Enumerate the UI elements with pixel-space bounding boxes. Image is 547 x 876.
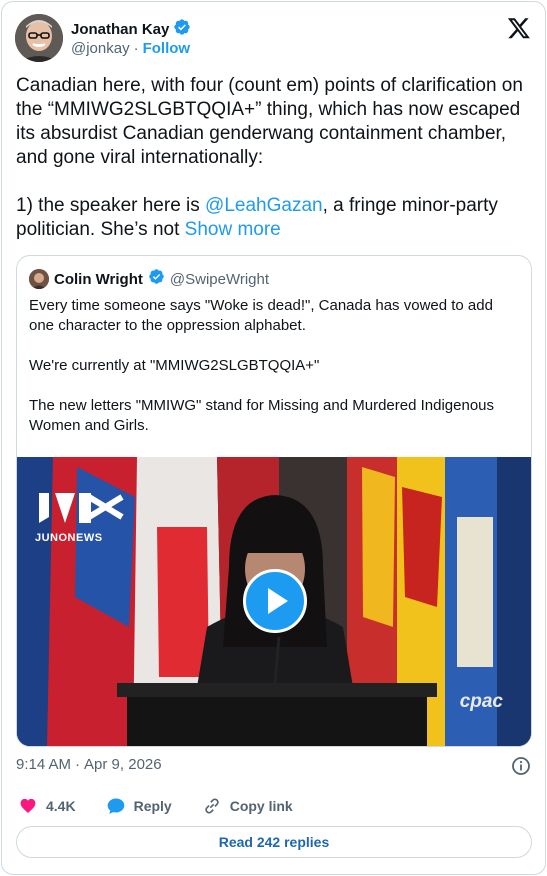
- read-replies-button[interactable]: Read 242 replies: [16, 826, 532, 858]
- cpac-watermark: cpac: [459, 691, 503, 712]
- handle-separator: ·: [133, 40, 139, 57]
- link-icon: [205, 798, 219, 814]
- reply-bubble-icon: [107, 798, 124, 814]
- quote-author-avatar: [29, 269, 49, 289]
- author-handle-row: @jonkay · Follow: [71, 40, 190, 57]
- play-icon: [268, 588, 288, 614]
- tweet-time: 9:14 AM: [16, 756, 72, 773]
- author-name[interactable]: Jonathan Kay: [71, 21, 169, 38]
- quote-header: Colin Wright @SwipeWright: [29, 268, 269, 290]
- reply-label: Reply: [133, 798, 172, 814]
- tweet-body: Canadian here, with four (count em) poin…: [16, 74, 530, 242]
- author-avatar[interactable]: [15, 14, 63, 62]
- mention-link[interactable]: @LeahGazan: [205, 195, 323, 216]
- junonews-mark-icon: [39, 493, 91, 523]
- follow-button[interactable]: Follow: [143, 40, 191, 57]
- tweet-timestamp[interactable]: 9:14 AM · Apr 9, 2026: [16, 756, 162, 773]
- quote-paragraph: Every time someone says "Woke is dead!",…: [29, 297, 493, 334]
- tweet-actions: 4.4K Reply Copy link: [18, 795, 323, 817]
- verified-badge-icon: [148, 268, 165, 290]
- tweet-header: Jonathan Kay @jonkay · Follow: [15, 12, 535, 64]
- video-player[interactable]: JUNONEWS cpac: [17, 457, 531, 746]
- quote-body: Every time someone says "Woke is dead!",…: [29, 296, 521, 456]
- like-button[interactable]: 4.4K: [18, 796, 76, 816]
- quote-author-name: Colin Wright: [54, 270, 143, 288]
- author-handle[interactable]: @jonkay: [71, 40, 130, 57]
- junonews-logo: JUNONEWS: [35, 489, 103, 544]
- play-button[interactable]: [243, 569, 307, 633]
- junonews-wordmark: JUNONEWS: [35, 532, 103, 544]
- timestamp-separator: ·: [75, 756, 81, 773]
- like-count: 4.4K: [46, 798, 76, 814]
- author-name-row: Jonathan Kay: [71, 18, 191, 41]
- reply-button[interactable]: Reply: [106, 796, 172, 816]
- heart-icon: [20, 798, 36, 813]
- copy-link-button[interactable]: Copy link: [202, 796, 293, 816]
- copy-link-label: Copy link: [229, 798, 293, 814]
- quote-paragraph: We're currently at "MMIWG2SLGBTQQIA+": [29, 357, 320, 374]
- verified-badge-icon: [173, 18, 191, 41]
- quote-author-handle: @SwipeWright: [169, 270, 270, 288]
- show-more-link[interactable]: Show more: [185, 219, 281, 240]
- tweet-date: Apr 9, 2026: [84, 756, 162, 773]
- info-icon[interactable]: [511, 756, 531, 776]
- quote-paragraph: The new letters "MMIWG" stand for Missin…: [29, 397, 495, 434]
- quoted-tweet[interactable]: Colin Wright @SwipeWright Every time som…: [16, 255, 532, 747]
- tweet-card: Jonathan Kay @jonkay · Follow Canadian h…: [1, 1, 546, 875]
- x-logo-icon[interactable]: [507, 16, 531, 40]
